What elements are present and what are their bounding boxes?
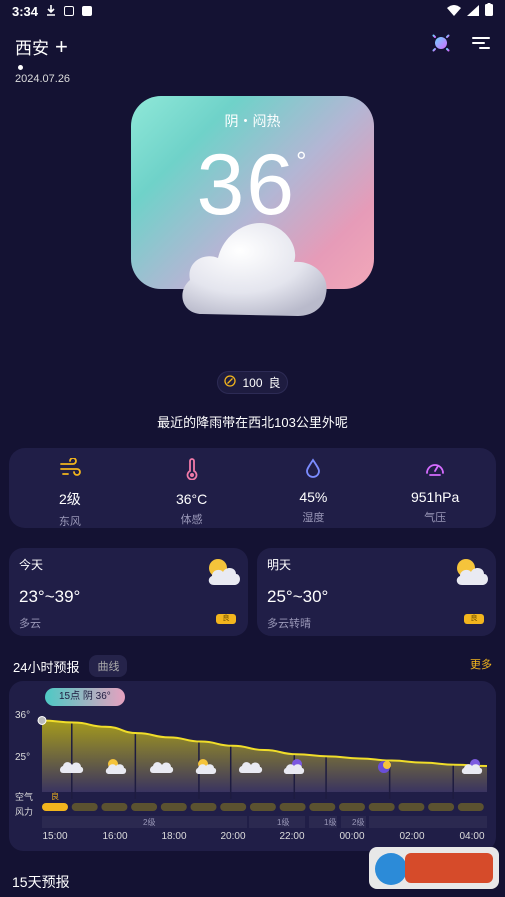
page-indicator-dot: [18, 65, 23, 70]
rain-note: 最近的降雨带在西北103公里外呢: [157, 415, 348, 430]
aqi-bar: [131, 803, 158, 811]
y-label-low: 25°: [15, 752, 31, 763]
metric-pressure[interactable]: 951hPa 气压: [374, 448, 496, 528]
wind-level-label: 2级: [352, 817, 364, 827]
menu-icon[interactable]: [472, 36, 490, 55]
signal-icon: [467, 4, 479, 19]
leaf-icon: [224, 375, 237, 390]
row-label-wind: 风力: [15, 807, 34, 817]
wind-level-label: 1级: [324, 817, 336, 827]
hourly-forecast-chart[interactable]: 良 2级 1级 1级 2级 15点 阴 36° 36° 25° 空气 风力 15:00 1…: [9, 681, 496, 851]
wind-level-label: 2级: [143, 817, 155, 827]
metric-label: 体感: [180, 514, 203, 526]
tomorrow-card[interactable]: 明天 25°~30° 多云转晴 良: [257, 548, 496, 636]
row-label-air: 空气: [15, 792, 34, 802]
theme-sun-icon[interactable]: [429, 31, 453, 59]
aqi-bar: [457, 803, 484, 811]
hourly-title: 24小时预报: [13, 659, 80, 675]
gauge-icon: [424, 458, 446, 483]
metric-label: 东风: [58, 516, 81, 528]
metric-label: 气压: [424, 512, 447, 524]
download-icon: [46, 4, 56, 19]
app-square-icon: [82, 6, 93, 16]
metric-label: 湿度: [302, 512, 325, 524]
current-hour-tooltip: 15点 阴 36°: [45, 688, 125, 706]
curve-toggle-button[interactable]: 曲线: [89, 655, 128, 677]
aqi-label: 良: [268, 376, 281, 390]
watermark-logo: [369, 845, 499, 891]
more-link[interactable]: 更多: [470, 656, 492, 672]
day-desc: 多云: [19, 618, 41, 630]
aqi-bar: [398, 803, 425, 811]
x-axis-label: 22:00: [279, 831, 305, 842]
aqi-bar: [42, 803, 68, 811]
location-header: 西安 + 2024.07.26: [15, 34, 70, 85]
aqi-badge: 良: [216, 614, 236, 624]
battery-icon: [485, 3, 493, 19]
degree-symbol: °: [296, 146, 309, 176]
aqi-bar: [279, 803, 306, 811]
aqi-bar: [160, 803, 187, 811]
x-axis-label: 00:00: [339, 831, 365, 842]
wind-icon: [59, 457, 81, 483]
temperature-area: [42, 720, 487, 792]
aqi-bar: [309, 803, 336, 811]
y-label-high: 36°: [15, 710, 31, 721]
metric-value: 951hPa: [410, 489, 460, 505]
x-axis-label: 18:00: [161, 831, 187, 842]
current-point: [37, 715, 47, 725]
today-card[interactable]: 今天 23°~39° 多云 良: [9, 548, 248, 636]
metric-humidity[interactable]: 45% 湿度: [253, 448, 375, 528]
x-axis-label: 04:00: [459, 831, 485, 842]
metric-wind[interactable]: 2级 东风: [9, 448, 131, 528]
aqi-bar: [249, 803, 276, 811]
x-axis-label: 20:00: [220, 831, 246, 842]
thermometer-icon: [185, 458, 199, 485]
partly-cloudy-icon: [452, 556, 490, 593]
app-a-icon: [64, 6, 75, 16]
aqi-badge: 良: [464, 614, 484, 624]
status-bar: 3:34: [0, 0, 505, 22]
add-city-icon[interactable]: +: [55, 35, 68, 58]
aqi-value: 100: [242, 375, 263, 390]
aqi-bar: [71, 803, 98, 811]
night-cloudy-icon: [461, 759, 483, 774]
aqi-bar: [368, 803, 395, 811]
day-desc: 多云转晴: [267, 618, 311, 630]
fifteen-day-title: 15天预报: [12, 874, 70, 890]
aqi-bar: [101, 803, 128, 811]
metric-feels[interactable]: 36°C 体感: [131, 448, 253, 528]
metric-value: 2级: [58, 491, 81, 507]
hourly-section-header: 24小时预报 曲线: [13, 655, 128, 677]
current-condition: 阴・闷热: [224, 113, 281, 129]
humidity-drop-icon: [304, 458, 322, 483]
wind-level-label: 1级: [277, 817, 289, 827]
aqi-bar: [190, 803, 217, 811]
aqi-bar: [428, 803, 455, 811]
aqi-bar: [220, 803, 247, 811]
x-axis-label: 15:00: [42, 831, 68, 842]
aqi-first-label: 良: [51, 791, 59, 801]
hourly-chart-svg: 良 2级 1级 1级 2级: [37, 715, 488, 828]
header-date: 2024.07.26: [15, 73, 71, 85]
aqi-bar: [339, 803, 365, 811]
x-axis-label: 16:00: [102, 831, 128, 842]
city-name[interactable]: 西安: [15, 34, 49, 59]
metric-value: 36°C: [175, 491, 208, 507]
metrics-panel: 2级 东风 36°C 体感 45% 湿度 951hPa 气压: [9, 448, 496, 528]
x-axis-label: 02:00: [399, 831, 425, 842]
partly-cloudy-icon: [204, 556, 242, 593]
metric-value: 45%: [299, 489, 328, 505]
aqi-pill[interactable]: 100 良: [217, 371, 288, 394]
wifi-icon: [447, 4, 461, 19]
status-time: 3:34: [12, 3, 39, 19]
wind-segment: [369, 816, 487, 828]
cloud-icon: [174, 212, 332, 322]
